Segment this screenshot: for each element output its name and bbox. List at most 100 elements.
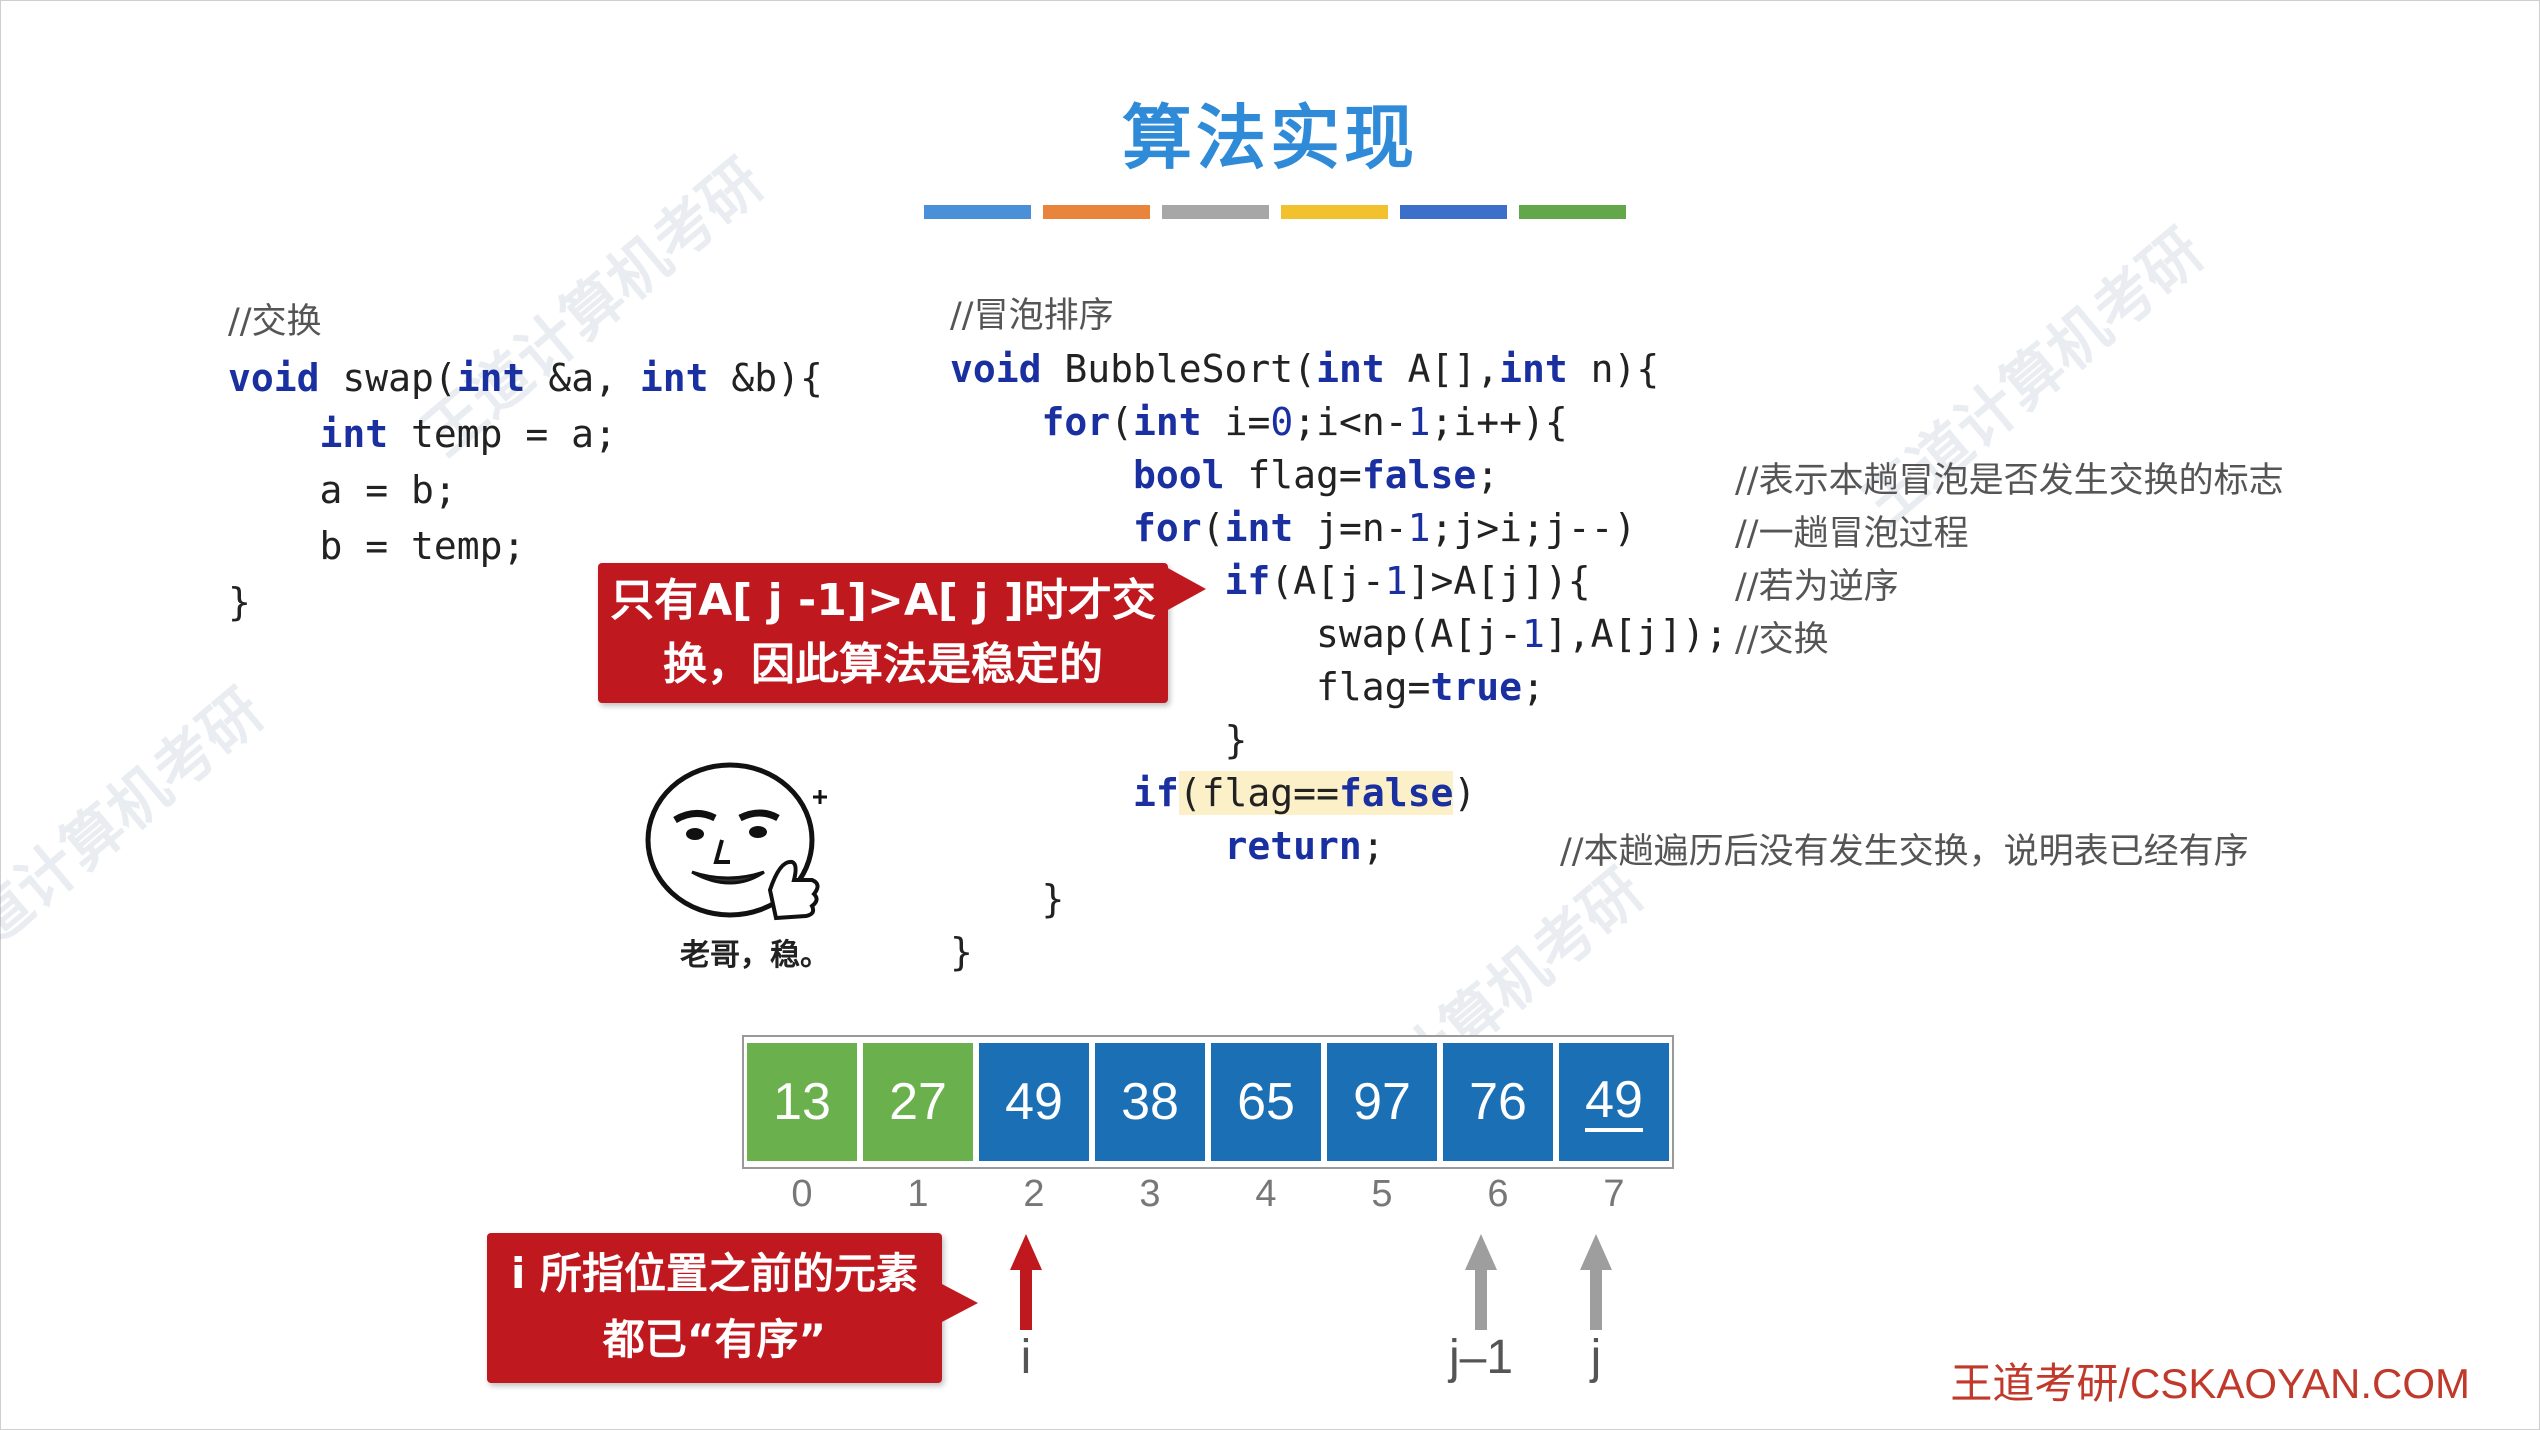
color-bar-segment [1400,205,1507,219]
code-text: ( [1110,400,1134,444]
number-literal: 1 [1407,400,1431,444]
code-text: ;j>i;j--) [1430,506,1637,550]
array-index-label: 2 [1023,1173,1045,1215]
array-cell: 76 [1443,1043,1553,1161]
array-cell: 13 [747,1043,857,1161]
code-text: i= [1201,400,1271,444]
code-text: ]>A[j]){ [1407,559,1591,603]
number-literal: 0 [1270,400,1294,444]
keyword: if [1133,771,1179,815]
color-bar-segment [1519,205,1626,219]
array-cell: 97 [1327,1043,1437,1161]
color-bar-segment [1281,205,1388,219]
keyword: int [1133,400,1202,444]
comment-noswap: //本趟遍历后没有发生交换，说明表已经有序 [1560,832,2249,872]
array-index-label: 7 [1603,1173,1625,1215]
code-text: ; [1476,453,1500,497]
array-index-label: 4 [1255,1173,1277,1215]
code-text: ;i++){ [1430,400,1568,444]
callout-pointer [940,1283,978,1323]
array-cell: 49 [979,1043,1089,1161]
number-literal: 1 [1521,612,1545,656]
code-text: ;i<n- [1293,400,1408,444]
color-bar-segment [1162,205,1269,219]
keyword: void [228,356,320,400]
code-text: } [950,930,973,974]
pointer-j-minus-1-label: j–1 [1448,1331,1514,1384]
code-text: j=n- [1293,506,1408,550]
callout-line: 都已“有序” [602,1315,827,1364]
slide-title: 算法实现 [1122,97,1418,179]
comment-pass: //一趟冒泡过程 [1735,514,1969,554]
code-text: (flag== [1178,771,1339,815]
code-text: A[], [1384,347,1500,391]
code-text: temp = a; [388,412,617,456]
code-text: } [1224,718,1248,762]
callout-pointer [1166,567,1206,611]
pointer-j-minus-1-arrow-icon [1465,1234,1497,1330]
code-text: a = b; [319,468,457,512]
code-text: swap(A[j- [1316,612,1522,656]
array-cell-value: 49 [1585,1072,1643,1132]
code-text: flag= [1316,665,1431,709]
code-text: &a, [525,356,640,400]
code-comment: //交换 [228,302,322,342]
pointer-i-label: i [1020,1331,1032,1384]
array-index-label: 0 [791,1173,813,1215]
array-index-label: 1 [907,1173,929,1215]
footer-brand: 王道考研/CSKAOYAN.COM [1950,1360,2470,1407]
callout-line: 换，因此算法是稳定的 [663,639,1103,690]
code-text: (A[j- [1270,559,1385,603]
array-visual: 13 27 49 38 65 97 76 49 [742,1035,1674,1169]
array-index-label: 5 [1371,1173,1393,1215]
number-literal: 1 [1384,559,1408,603]
array-cell-value: 97 [1353,1073,1411,1131]
code-text: } [228,580,251,624]
pointer-i-arrow-icon [1010,1234,1042,1330]
color-bar-segment [1043,205,1150,219]
keyword: int [1224,506,1294,550]
emoji-caption: 老哥，稳。 [680,938,830,973]
keyword: int [1499,347,1568,391]
array-cell: 49 [1559,1043,1669,1161]
keyword: int [319,412,389,456]
thumbs-up-emoji-icon [645,762,827,921]
code-text: ; [1521,665,1545,709]
array-cell-value: 49 [1005,1073,1063,1131]
pointer-j-label: j [1590,1331,1602,1384]
keyword: for [1041,400,1111,444]
comment-reverse: //若为逆序 [1735,567,1899,607]
callout-stable: 只有A[ j -1]>A[ j ]时才交 换，因此算法是稳定的 [598,563,1206,703]
keyword: int [1316,347,1385,391]
code-text: ; [1361,824,1385,868]
keyword: int [456,356,526,400]
keyword: true [1430,665,1522,709]
color-bar-segment [924,205,1031,219]
array-cell-value: 38 [1121,1073,1179,1131]
number-literal: 1 [1407,506,1431,550]
callout-sorted: i 所指位置之前的元素 都已“有序” [487,1233,978,1383]
code-text: n){ [1567,347,1660,391]
array-index-label: 6 [1487,1173,1509,1215]
code-text: } [1041,877,1065,921]
code-text: BubbleSort( [1041,347,1317,391]
array-cell-value: 65 [1237,1073,1295,1131]
keyword: int [639,356,709,400]
code-text: &b){ [708,356,823,400]
keyword: for [1133,506,1202,550]
code-text: ( [1201,506,1225,550]
array-cell: 65 [1211,1043,1321,1161]
code-text: swap( [319,356,457,400]
keyword: false [1338,771,1454,815]
keyword: false [1361,453,1477,497]
comment-swap: //交换 [1735,620,1829,660]
code-text: ) [1453,771,1477,815]
array-cell: 27 [863,1043,973,1161]
array-cell-value: 13 [773,1073,831,1131]
array-cell-value: 76 [1469,1073,1527,1131]
comment-flag: //表示本趟冒泡是否发生交换的标志 [1735,461,2284,501]
keyword: return [1224,824,1362,868]
array-cell-value: 27 [889,1073,947,1131]
keyword: if [1224,559,1271,603]
keyword: bool [1133,453,1225,497]
